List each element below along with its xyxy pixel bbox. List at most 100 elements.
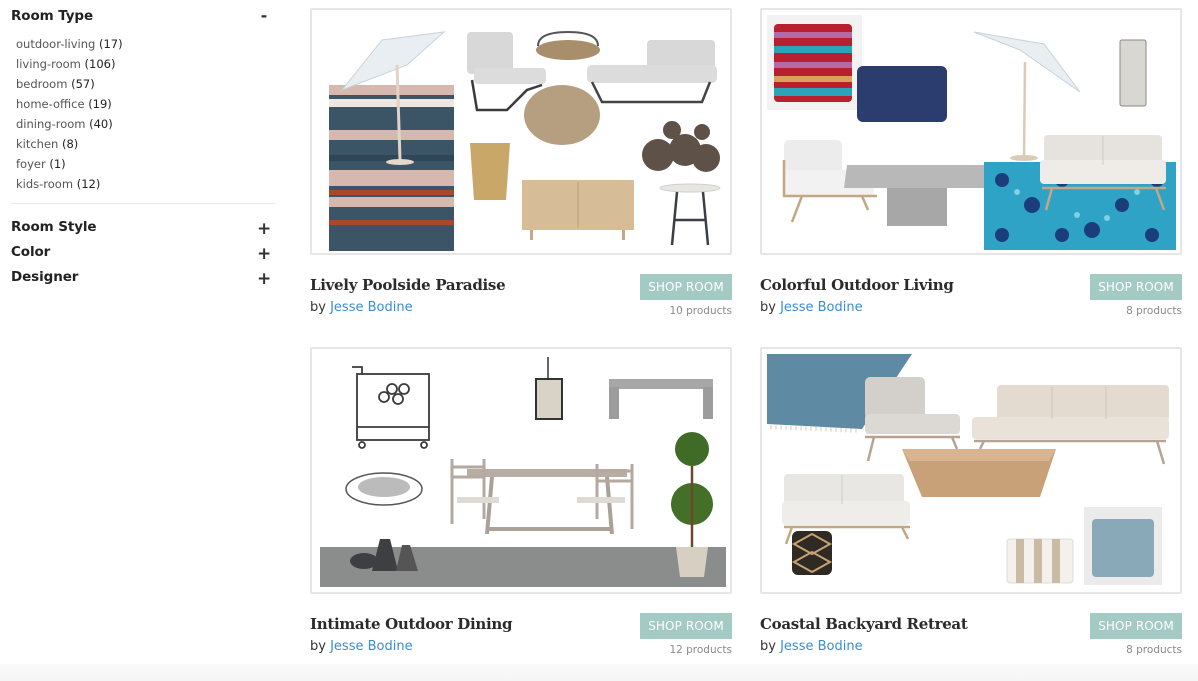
room-title[interactable]: Lively Poolside Paradise <box>310 276 506 294</box>
striped-pillow <box>1006 538 1074 584</box>
dining-table-set <box>450 459 634 535</box>
topiary-tree <box>671 432 713 577</box>
bar-cart <box>352 366 430 449</box>
moodboard-dining <box>320 357 726 587</box>
designer-byline: by Jesse Bodine <box>760 639 863 654</box>
filter-option-count: (1) <box>49 157 66 171</box>
room-title[interactable]: Coastal Backyard Retreat <box>760 615 968 633</box>
room-title[interactable]: Intimate Outdoor Dining <box>310 615 512 633</box>
geometric-stool <box>791 531 833 575</box>
room-card-meta: Coastal Backyard Retreat by Jesse Bodine… <box>760 613 1182 663</box>
lounge-chair <box>865 377 960 462</box>
product-count: 8 products <box>1126 305 1182 317</box>
filter-option-label: home-office <box>16 97 85 111</box>
filter-room-style-title: Room Style <box>11 218 97 235</box>
designer-byline: by Jesse Bodine <box>310 639 413 654</box>
designer-byline: by Jesse Bodine <box>310 300 413 315</box>
room-card-meta: Intimate Outdoor Dining by Jesse Bodine … <box>310 613 732 663</box>
room-card: Colorful Outdoor Living by Jesse Bodine … <box>760 8 1182 324</box>
planter <box>470 143 510 200</box>
double-chaise <box>587 40 717 104</box>
round-tray <box>536 30 600 60</box>
filter-option-living-room[interactable]: living-room (106) <box>16 54 275 74</box>
filter-option-home-office[interactable]: home-office (19) <box>16 94 275 114</box>
room-card-meta: Lively Poolside Paradise by Jesse Bodine… <box>310 274 732 324</box>
filter-option-label: foyer <box>16 157 46 171</box>
filter-option-label: bedroom <box>16 77 68 91</box>
room-moodboard-image[interactable] <box>760 8 1182 255</box>
shop-room-button[interactable]: SHOP ROOM <box>640 274 732 300</box>
filter-option-outdoor-living[interactable]: outdoor-living (17) <box>16 34 275 54</box>
moodboard-poolside <box>329 30 721 251</box>
product-count: 10 products <box>669 305 732 317</box>
filter-option-count: (57) <box>71 77 95 91</box>
filter-option-foyer[interactable]: foyer (1) <box>16 154 275 174</box>
designer-byline: by Jesse Bodine <box>760 300 863 315</box>
filter-option-label: dining-room <box>16 117 86 131</box>
navy-pillow <box>857 66 947 122</box>
sidebar-divider <box>11 203 275 204</box>
pendant-lantern <box>535 357 563 420</box>
filter-option-dining-room[interactable]: dining-room (40) <box>16 114 275 134</box>
shop-room-button[interactable]: SHOP ROOM <box>1090 613 1182 639</box>
room-type-list: outdoor-living (17) living-room (106) be… <box>16 34 275 194</box>
designer-link[interactable]: Jesse Bodine <box>330 300 412 315</box>
room-moodboard-image[interactable] <box>760 347 1182 594</box>
filter-color-title: Color <box>11 243 51 260</box>
moodboard-coastal <box>767 354 1169 585</box>
expand-icon[interactable]: + <box>257 269 271 289</box>
designer-link[interactable]: Jesse Bodine <box>780 639 862 654</box>
wall-decor-discs <box>642 121 720 172</box>
striped-rug <box>329 85 454 251</box>
filter-option-count: (19) <box>88 97 112 111</box>
filter-option-label: kids-room <box>16 177 74 191</box>
byline-prefix: by <box>310 300 326 315</box>
filter-option-label: living-room <box>16 57 81 71</box>
filter-option-count: (17) <box>98 37 123 51</box>
sideboard <box>522 180 634 240</box>
wall-sconce <box>1119 39 1147 107</box>
room-card: Coastal Backyard Retreat by Jesse Bodine… <box>760 347 1182 663</box>
filter-option-kitchen[interactable]: kitchen (8) <box>16 134 275 154</box>
filter-option-kids-room[interactable]: kids-room (12) <box>16 174 275 194</box>
shop-room-button[interactable]: SHOP ROOM <box>1090 274 1182 300</box>
wicker-pouf <box>524 85 600 145</box>
page-footer-fade <box>0 664 1198 681</box>
room-card: Intimate Outdoor Dining by Jesse Bodine … <box>310 347 732 663</box>
filter-option-count: (106) <box>84 57 116 71</box>
expand-icon[interactable]: + <box>257 219 271 239</box>
room-moodboard-image[interactable] <box>310 8 732 255</box>
product-count: 8 products <box>1126 644 1182 656</box>
filter-room-style-header[interactable]: Room Style + <box>11 214 275 239</box>
shop-room-button[interactable]: SHOP ROOM <box>640 613 732 639</box>
room-card-meta: Colorful Outdoor Living by Jesse Bodine … <box>760 274 1182 324</box>
filter-designer-header[interactable]: Designer + <box>11 264 275 289</box>
filter-option-count: (8) <box>62 137 79 151</box>
concrete-bench <box>609 379 713 419</box>
designer-link[interactable]: Jesse Bodine <box>780 300 862 315</box>
byline-prefix: by <box>310 639 326 654</box>
room-moodboard-image[interactable] <box>310 347 732 594</box>
filter-option-bedroom[interactable]: bedroom (57) <box>16 74 275 94</box>
room-card: Lively Poolside Paradise by Jesse Bodine… <box>310 8 732 324</box>
collapse-icon[interactable]: - <box>257 8 271 24</box>
filter-room-type-title: Room Type <box>11 8 94 24</box>
expand-icon[interactable]: + <box>257 244 271 264</box>
room-title[interactable]: Colorful Outdoor Living <box>760 276 954 294</box>
designer-link[interactable]: Jesse Bodine <box>330 639 412 654</box>
filter-option-count: (12) <box>76 177 101 191</box>
filter-option-label: outdoor-living <box>16 37 96 51</box>
filter-sidebar: Room Type - outdoor-living (17) living-r… <box>11 6 275 289</box>
filter-color-header[interactable]: Color + <box>11 239 275 264</box>
filter-room-type-header[interactable]: Room Type - <box>11 6 275 26</box>
filter-designer-title: Designer <box>11 268 79 285</box>
moodboard-colorful <box>767 15 1176 250</box>
product-count: 12 products <box>669 644 732 656</box>
striped-pillow <box>767 15 862 110</box>
filter-option-label: kitchen <box>16 137 59 151</box>
byline-prefix: by <box>760 300 776 315</box>
filter-option-count: (40) <box>89 117 113 131</box>
blue-pillow <box>1084 507 1162 585</box>
byline-prefix: by <box>760 639 776 654</box>
vases <box>350 539 418 571</box>
